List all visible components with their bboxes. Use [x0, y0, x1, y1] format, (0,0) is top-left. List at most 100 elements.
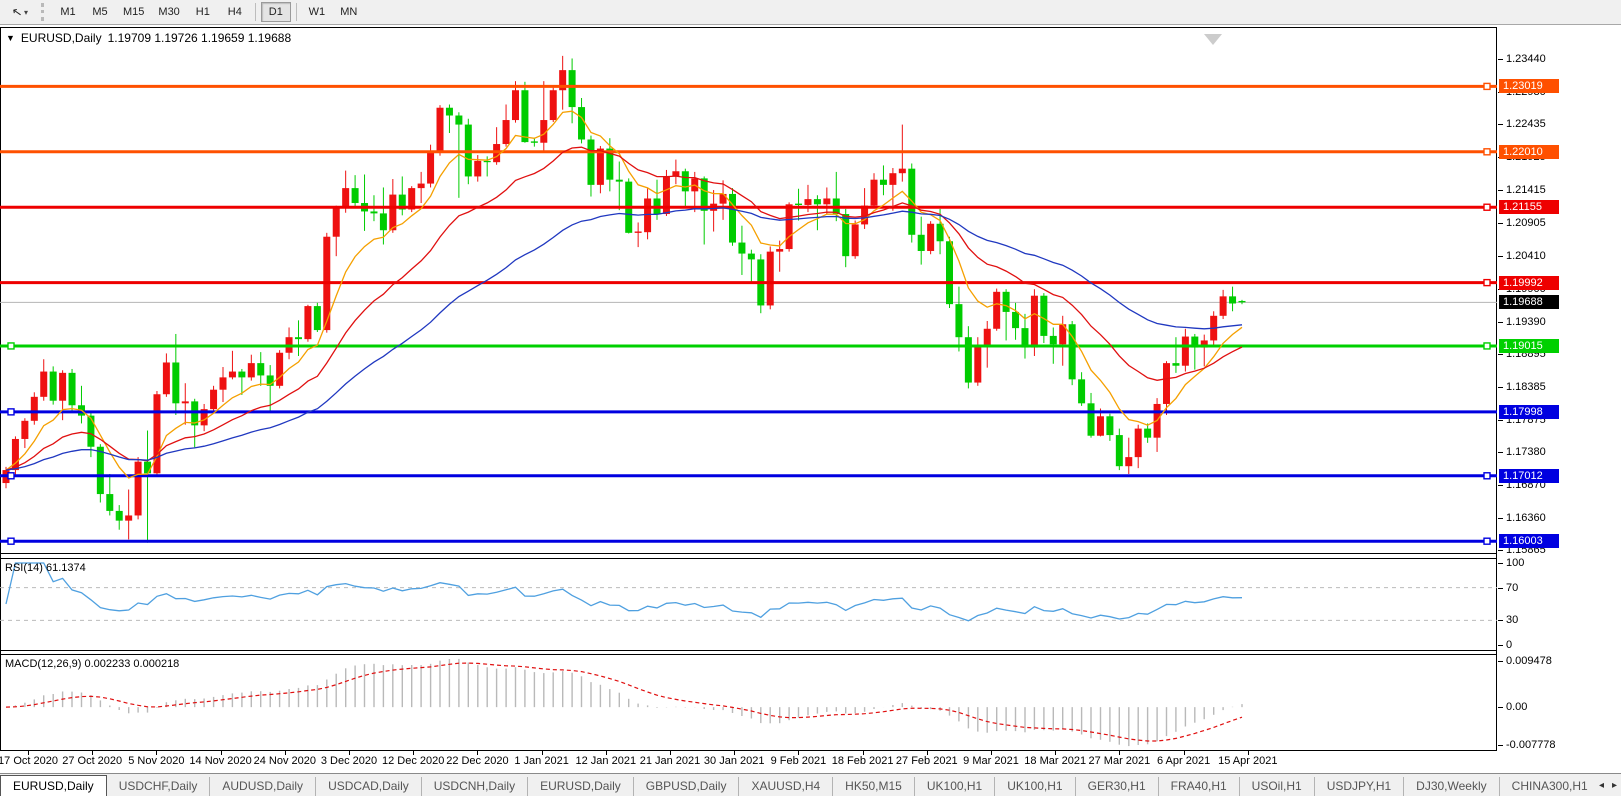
- timeframe-buttons: M1M5M15M30H1H4 D1 W1MN: [52, 2, 365, 22]
- price-tick-label: 1.20905: [1497, 216, 1621, 230]
- rsi-axis-label: 0: [1497, 638, 1621, 652]
- macd-signal-line: [6, 663, 1242, 741]
- date-label: 30 Jan 2021: [704, 755, 765, 767]
- chart-tab-uk100-h1[interactable]: UK100,H1: [995, 777, 1075, 796]
- chart-tab-usdcad-daily[interactable]: USDCAD,Daily: [316, 777, 422, 796]
- chart-tab-bar: EURUSD,DailyUSDCHF,DailyAUDUSD,DailyUSDC…: [0, 773, 1621, 796]
- tab-scroll-arrows: ◂ ▸: [1595, 774, 1621, 796]
- rsi-panel[interactable]: [0, 559, 1497, 650]
- timeframe-button-m15[interactable]: M15: [117, 2, 150, 22]
- chart-tab-eurusd-daily[interactable]: EURUSD,Daily: [528, 777, 634, 796]
- date-label: 21 Jan 2021: [640, 755, 701, 767]
- date-label: 1 Jan 2021: [514, 755, 568, 767]
- macd-name: MACD(12,26,9): [5, 658, 81, 670]
- timeframe-button-d1[interactable]: D1: [261, 2, 291, 22]
- date-label: 18 Mar 2021: [1024, 755, 1086, 767]
- date-label: 6 Apr 2021: [1157, 755, 1210, 767]
- date-label: 24 Nov 2020: [254, 755, 316, 767]
- date-label: 27 Mar 2021: [1089, 755, 1151, 767]
- price-axis[interactable]: 1.234401.229301.224351.219251.214151.209…: [1497, 25, 1621, 751]
- chart-tab-gbpusd-daily[interactable]: GBPUSD,Daily: [634, 777, 740, 796]
- chart-symbol-label: EURUSD,Daily: [21, 31, 102, 45]
- macd-panel[interactable]: [0, 655, 1497, 751]
- chart-tab-eurusd-daily[interactable]: EURUSD,Daily: [0, 775, 107, 796]
- pointer-icon: ↖: [11, 4, 23, 20]
- chevron-down-icon: ▾: [24, 8, 28, 17]
- macd-axis-label: -0.007778: [1497, 738, 1621, 752]
- rsi-line: [6, 563, 1242, 621]
- level-price-badge: 1.19015: [1499, 339, 1559, 353]
- toolbar-grip-handle[interactable]: [41, 3, 48, 21]
- date-label: 15 Apr 2021: [1218, 755, 1277, 767]
- rsi-panel-bottom-border: [0, 650, 1621, 651]
- price-tick-label: 1.21415: [1497, 183, 1621, 197]
- scroll-tabs-right-button[interactable]: ▸: [1612, 780, 1617, 791]
- chart-ohlc-values: 1.19709 1.19726 1.19659 1.19688: [108, 31, 292, 45]
- chart-tab-china300-h1[interactable]: CHINA300,H1: [1500, 777, 1601, 796]
- price-tick-label: 1.16360: [1497, 511, 1621, 525]
- date-axis[interactable]: 17 Oct 2020 27 Oct 2020 5 Nov 2020 14 Nov 2…: [0, 751, 1621, 773]
- timeframe-button-m30[interactable]: M30: [152, 2, 185, 22]
- rsi-name: RSI(14): [5, 562, 43, 574]
- level-price-badge: 1.21155: [1499, 200, 1559, 214]
- macd-axis-label: 0.009478: [1497, 654, 1621, 668]
- chart-tab-uk100-h1[interactable]: UK100,H1: [915, 777, 995, 796]
- chart-tab-usdchf-daily[interactable]: USDCHF,Daily: [107, 777, 211, 796]
- rsi-axis-label: 70: [1497, 581, 1621, 595]
- date-label: 17 Oct 2020: [0, 755, 58, 767]
- macd-axis-label: 0.00: [1497, 700, 1621, 714]
- macd-histogram: [6, 659, 1242, 746]
- rsi-axis-label: 30: [1497, 613, 1621, 627]
- support-resistance-lines[interactable]: [0, 83, 1497, 544]
- cursor-tool-button[interactable]: ↖ ▾: [3, 2, 37, 23]
- macd-indicator-label: MACD(12,26,9) 0.002233 0.000218: [5, 658, 179, 670]
- macd-values: 0.002233 0.000218: [84, 658, 179, 670]
- chart-tab-usdcnh-daily[interactable]: USDCNH,Daily: [422, 777, 528, 796]
- timeframe-button-h1[interactable]: H1: [188, 2, 218, 22]
- timeframe-button-mn[interactable]: MN: [334, 2, 364, 22]
- timeframe-toolbar: ↖ ▾ M1M5M15M30H1H4 D1 W1MN: [0, 0, 1621, 25]
- timeframe-button-m1[interactable]: M1: [53, 2, 83, 22]
- candlestick-chart-surface[interactable]: [0, 28, 1497, 553]
- rsi-axis-label: 100: [1497, 556, 1621, 570]
- timeframe-button-m5[interactable]: M5: [85, 2, 115, 22]
- chart-tab-audusd-daily[interactable]: AUDUSD,Daily: [210, 777, 316, 796]
- price-tick-label: 1.20410: [1497, 249, 1621, 263]
- chart-tab-hk50-m15[interactable]: HK50,M15: [833, 777, 915, 796]
- rsi-value: 61.1374: [46, 562, 86, 574]
- timeframe-button-h4[interactable]: H4: [220, 2, 250, 22]
- level-price-badge: 1.19992: [1499, 276, 1559, 290]
- candles-layer: [3, 56, 1246, 543]
- level-price-badge: 1.16003: [1499, 534, 1559, 548]
- date-label: 14 Nov 2020: [189, 755, 251, 767]
- date-label: 27 Feb 2021: [896, 755, 958, 767]
- chart-tab-usdjpy-h1[interactable]: USDJPY,H1: [1315, 777, 1404, 796]
- level-price-badge: 1.23019: [1499, 79, 1559, 93]
- date-label: 5 Nov 2020: [128, 755, 184, 767]
- date-label: 18 Feb 2021: [832, 755, 894, 767]
- timeframe-button-w1[interactable]: W1: [302, 2, 332, 22]
- level-price-badge: 1.17012: [1499, 469, 1559, 483]
- chart-title: ▼ EURUSD,Daily 1.19709 1.19726 1.19659 1…: [6, 31, 291, 45]
- scroll-tabs-left-button[interactable]: ◂: [1599, 780, 1604, 791]
- date-label: 22 Dec 2020: [446, 755, 508, 767]
- price-tick-label: 1.19390: [1497, 315, 1621, 329]
- main-panel-bottom-border: [0, 553, 1621, 554]
- chart-tab-xauusd-h4[interactable]: XAUUSD,H4: [739, 777, 833, 796]
- date-label: 27 Oct 2020: [62, 755, 122, 767]
- price-tick-label: 1.18385: [1497, 380, 1621, 394]
- chart-tab-ger30-h1[interactable]: GER30,H1: [1076, 777, 1159, 796]
- level-price-badge: 1.22010: [1499, 145, 1559, 159]
- price-tick-label: 1.22435: [1497, 117, 1621, 131]
- expand-symbol-list-icon[interactable]: ▼: [6, 33, 15, 43]
- ma-line-fast: [6, 111, 1242, 478]
- chart-tab-usoil-h1[interactable]: USOil,H1: [1240, 777, 1315, 796]
- trading-terminal: ↖ ▾ M1M5M15M30H1H4 D1 W1MN ▼ EURUSD,Daily …: [0, 0, 1621, 796]
- chart-tab-dj30-weekly[interactable]: DJ30,Weekly: [1404, 777, 1499, 796]
- current-price-badge: 1.19688: [1499, 295, 1559, 309]
- price-tick-label: 1.23440: [1497, 52, 1621, 66]
- chart-tab-fra40-h1[interactable]: FRA40,H1: [1159, 777, 1240, 796]
- chart-shift-marker[interactable]: [1204, 34, 1222, 45]
- level-price-badge: 1.17998: [1499, 405, 1559, 419]
- date-label: 9 Feb 2021: [771, 755, 827, 767]
